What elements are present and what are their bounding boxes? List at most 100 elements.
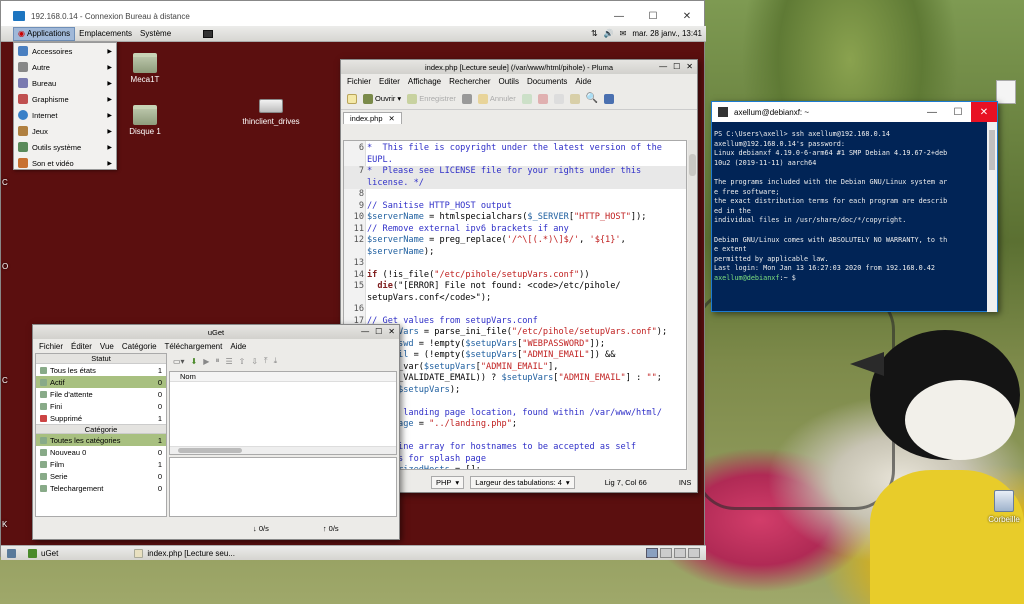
terminal-launcher-icon[interactable] xyxy=(199,27,217,41)
editor-scrollbar-thumb[interactable] xyxy=(689,154,696,176)
line-number: 12 xyxy=(353,235,364,245)
status-row-deleted[interactable]: Supprimé 1 xyxy=(36,412,166,424)
menu-emplacements[interactable]: Emplacements xyxy=(75,27,136,41)
cut-button[interactable] xyxy=(537,93,548,104)
workspace-3[interactable] xyxy=(674,548,686,558)
pluma-menu-fichier[interactable]: Fichier xyxy=(343,77,375,86)
mail-icon[interactable]: ✉ xyxy=(620,29,627,38)
accessories-icon xyxy=(18,46,28,56)
uget-menu-fichier[interactable]: Fichier xyxy=(35,342,67,351)
menu-applications[interactable]: ◉ Applications xyxy=(13,26,76,41)
menu-systeme[interactable]: Système xyxy=(136,27,175,41)
open-button[interactable]: Ouvrir ▾ xyxy=(363,93,401,104)
volume-icon[interactable]: 🔊 xyxy=(604,29,614,38)
status-row-active[interactable]: Actif 0 xyxy=(36,376,166,388)
desktop-drive-thinclient[interactable]: thinclient_drives xyxy=(231,99,311,126)
paste-button[interactable] xyxy=(569,93,580,104)
menu-item-graphisme[interactable]: Graphisme ▶ xyxy=(14,91,116,107)
uget-statusbar: ↓ 0/s ↑ 0/s xyxy=(33,519,399,537)
move-down-icon[interactable]: ⇩ xyxy=(251,357,258,366)
category-row-telechargement[interactable]: Telechargement 0 xyxy=(36,482,166,494)
menu-item-autre[interactable]: Autre ▶ xyxy=(14,59,116,75)
menu-item-internet[interactable]: Internet ▶ xyxy=(14,107,116,123)
pluma-menu-affichage[interactable]: Affichage xyxy=(404,77,445,86)
pluma-minimize-button[interactable]: — xyxy=(659,62,667,71)
panel-clock[interactable]: mar. 28 janv., 13:41 xyxy=(632,29,702,38)
pluma-close-button[interactable]: ✕ xyxy=(686,62,693,71)
save-button[interactable]: Enregistrer xyxy=(407,93,456,104)
pluma-menu-outils[interactable]: Outils xyxy=(495,77,523,86)
uget-close-button[interactable]: ✕ xyxy=(388,327,395,336)
uget-menu-editer[interactable]: Éditer xyxy=(67,342,96,351)
terminal-scrollbar[interactable] xyxy=(987,122,997,312)
pluma-menu-documents[interactable]: Documents xyxy=(523,77,571,86)
tab-width-select[interactable]: Largeur des tabulations: 4 ▾ xyxy=(470,475,575,489)
copy-button[interactable] xyxy=(553,93,564,104)
host-file-icon[interactable] xyxy=(996,80,1016,104)
terminal-close-button[interactable]: ✕ xyxy=(971,102,997,122)
workspace-4[interactable] xyxy=(688,548,700,558)
tab-index-php[interactable]: index.php ✕ xyxy=(343,112,402,124)
download-list-hscroll[interactable] xyxy=(170,446,396,454)
pluma-menu-rechercher[interactable]: Rechercher xyxy=(445,77,494,86)
workspace-2[interactable] xyxy=(660,548,672,558)
category-row-nouveau[interactable]: Nouveau 0 0 xyxy=(36,446,166,458)
workspace-switcher[interactable] xyxy=(646,548,700,558)
search-button[interactable]: 🔍 xyxy=(586,93,598,104)
tab-close-icon[interactable]: ✕ xyxy=(389,114,395,123)
network-icon[interactable]: ⇅ xyxy=(591,29,598,38)
recycle-bin-shortcut[interactable]: Corbeille xyxy=(984,490,1024,524)
show-desktop-button[interactable] xyxy=(1,547,22,560)
move-bottom-icon[interactable]: ⤓ xyxy=(274,356,278,366)
desktop-folder-meca1t[interactable]: Meca1T xyxy=(105,53,185,84)
status-row-finished[interactable]: Fini 0 xyxy=(36,400,166,412)
uget-menu-aide[interactable]: Aide xyxy=(226,342,250,351)
uget-minimize-button[interactable]: — xyxy=(361,327,369,336)
download-list[interactable]: Nom xyxy=(169,371,397,455)
replace-button[interactable] xyxy=(604,93,615,104)
category-row-film[interactable]: Film 1 xyxy=(36,458,166,470)
new-download-icon[interactable]: ▭▾ xyxy=(173,357,185,366)
menu-item-label: Graphisme xyxy=(32,94,69,104)
new-document-button[interactable] xyxy=(347,93,357,104)
terminal-minimize-button[interactable]: — xyxy=(919,102,945,122)
undo-button[interactable]: Annuler xyxy=(477,93,516,104)
pluma-menu-aide[interactable]: Aide xyxy=(571,77,595,86)
language-select[interactable]: PHP ▾ xyxy=(431,475,465,489)
menu-item-outils-systeme[interactable]: Outils système ▶ xyxy=(14,139,116,155)
editor-scrollbar[interactable] xyxy=(688,140,697,470)
line-number: 6 xyxy=(358,143,364,153)
column-header-name[interactable]: Nom xyxy=(170,372,396,382)
move-up-icon[interactable]: ⇧ xyxy=(239,357,246,366)
pluma-maximize-button[interactable]: ☐ xyxy=(673,62,680,71)
terminal-output[interactable]: PS C:\Users\axell> ssh axellum@192.168.0… xyxy=(714,130,986,284)
terminal-line: e free software; xyxy=(714,187,780,196)
pluma-menu-editer[interactable]: Editer xyxy=(375,77,404,86)
menu-item-jeux[interactable]: Jeux ▶ xyxy=(14,123,116,139)
category-row-all[interactable]: Toutes les catégories 1 xyxy=(36,434,166,446)
category-row-serie[interactable]: Serie 0 xyxy=(36,470,166,482)
status-row-all[interactable]: Tous les états 1 xyxy=(36,364,166,376)
menu-item-accessoires[interactable]: Accessoires ▶ xyxy=(14,43,116,59)
properties-icon[interactable]: ☰ xyxy=(225,357,232,366)
status-row-queue[interactable]: File d'attente 0 xyxy=(36,388,166,400)
taskbar-uget[interactable]: uGet xyxy=(22,547,64,560)
hscroll-thumb[interactable] xyxy=(178,448,242,453)
taskbar-pluma[interactable]: index.php [Lecture seu... xyxy=(128,547,241,560)
print-button[interactable] xyxy=(461,93,472,104)
terminal-scrollbar-thumb[interactable] xyxy=(989,130,995,170)
play-icon[interactable]: ▶ xyxy=(203,357,209,366)
move-top-icon[interactable]: ⤒ xyxy=(264,356,268,366)
uget-menu-vue[interactable]: Vue xyxy=(96,342,118,351)
uget-maximize-button[interactable]: ☐ xyxy=(375,327,382,336)
desktop-folder-disque1[interactable]: Disque 1 xyxy=(105,105,185,136)
uget-menu-telechargement[interactable]: Téléchargement xyxy=(161,342,227,351)
workspace-1[interactable] xyxy=(646,548,658,558)
download-arrow-icon[interactable]: ⬇ xyxy=(191,357,198,366)
pause-icon[interactable]: ⏸ xyxy=(215,356,219,366)
menu-item-son-et-video[interactable]: Son et vidéo ▶ xyxy=(14,155,116,171)
menu-item-bureau[interactable]: Bureau ▶ xyxy=(14,75,116,91)
redo-button[interactable] xyxy=(521,93,532,104)
uget-menu-categorie[interactable]: Catégorie xyxy=(118,342,161,351)
terminal-maximize-button[interactable]: ☐ xyxy=(945,102,971,122)
